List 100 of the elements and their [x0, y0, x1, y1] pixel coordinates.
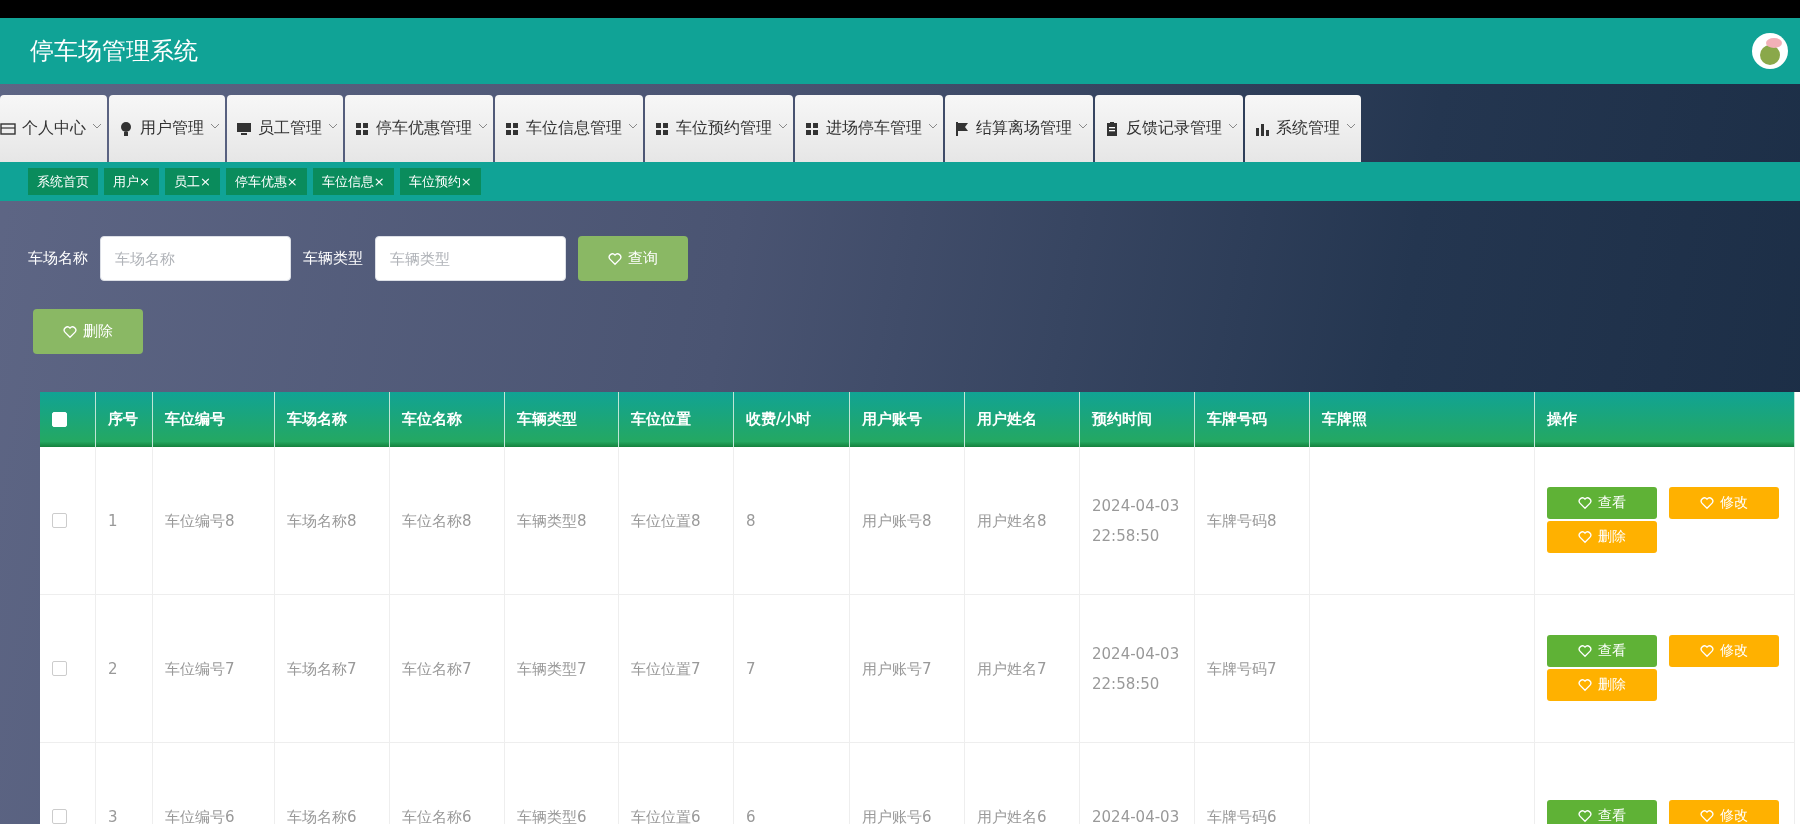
- card-icon: [0, 120, 16, 137]
- chevron-down-icon: [928, 122, 938, 129]
- chevron-down-icon: [778, 122, 788, 129]
- app-title: 停车场管理系统: [30, 36, 198, 67]
- table-cell-text: 车牌号码7: [1207, 658, 1277, 680]
- menu-tab[interactable]: 系统管理: [1245, 95, 1361, 162]
- column-header: 用户姓名: [977, 410, 1037, 429]
- table-cell-text: 车位编号6: [165, 806, 235, 824]
- tag-chip[interactable]: 用户×: [104, 168, 159, 195]
- close-button[interactable]: ×: [373, 174, 385, 189]
- menu-tab[interactable]: 反馈记录管理: [1095, 95, 1243, 162]
- table-cell-text: 车位位置8: [631, 510, 701, 532]
- search-field[interactable]: 车辆类型: [375, 236, 566, 281]
- column-header: 车牌号码: [1207, 410, 1267, 429]
- column-header: 车场名称: [287, 410, 347, 429]
- table-cell-text: 车位位置6: [631, 806, 701, 824]
- table-cell-text: 车牌号码6: [1207, 806, 1277, 824]
- table-cell-text: 车场名称6: [287, 806, 357, 824]
- tag-chip[interactable]: 停车优惠×: [225, 168, 307, 195]
- checkbox[interactable]: [52, 809, 67, 824]
- table-cell-text: 用户姓名7: [977, 658, 1047, 680]
- chevron-down-icon: [1346, 122, 1356, 129]
- close-button[interactable]: ×: [139, 174, 150, 189]
- close-button[interactable]: ×: [199, 174, 211, 189]
- table-cell-text: 车位名称6: [402, 806, 472, 824]
- table-cell-text: 车位编号7: [165, 658, 235, 680]
- table-cell-text: 车位位置7: [631, 658, 701, 680]
- checkbox[interactable]: [52, 513, 67, 528]
- chevron-down-icon: [92, 122, 102, 129]
- close-button[interactable]: ×: [460, 174, 472, 189]
- grid-icon: [804, 120, 820, 137]
- table-cell-text: 2024-04-03 22:58:50: [1092, 495, 1181, 547]
- column-header: 车牌照: [1322, 410, 1367, 429]
- table-cell-text: 2024-04-03: [1092, 806, 1180, 824]
- column-header: 车辆类型: [517, 410, 577, 429]
- search-field[interactable]: 车场名称: [100, 236, 291, 281]
- column-header: 收费/小时: [746, 410, 812, 429]
- menu-tab[interactable]: 用户管理: [109, 95, 225, 162]
- tag-chip[interactable]: 车位预约×: [399, 168, 481, 195]
- column-header: 车位位置: [631, 410, 691, 429]
- lightbulb-icon: [118, 120, 134, 137]
- column-header: 用户账号: [862, 410, 922, 429]
- flag-icon: [954, 120, 970, 137]
- menu-tab[interactable]: 员工管理: [227, 95, 343, 162]
- table-cell-text: 2024-04-03 22:58:50: [1092, 643, 1181, 695]
- heart-icon: [63, 324, 77, 339]
- search-button[interactable]: 查询: [578, 236, 688, 281]
- column-header: 预约时间: [1092, 410, 1152, 429]
- avatar-icon: [1752, 33, 1788, 69]
- column-header: 序号: [108, 410, 138, 429]
- table-cell-text: 车场名称7: [287, 658, 357, 680]
- tag-chip[interactable]: 车位信息×: [312, 168, 394, 195]
- table-cell-text: 车牌号码8: [1207, 510, 1277, 532]
- column-header: 操作: [1547, 410, 1577, 429]
- table-cell-text: 用户账号7: [862, 658, 932, 680]
- field-label: 车场名称: [28, 249, 88, 268]
- heart-icon: [1578, 529, 1592, 544]
- tag-chip[interactable]: 系统首页: [28, 168, 98, 195]
- view-button[interactable]: 查看: [1547, 799, 1657, 824]
- table-cell-text: 6: [746, 806, 756, 824]
- menu-tab[interactable]: 车位预约管理: [645, 95, 793, 162]
- chevron-down-icon: [628, 122, 638, 129]
- menu-tab[interactable]: 个人中心: [0, 95, 107, 162]
- menu-tab[interactable]: 停车优惠管理: [345, 95, 493, 162]
- field-label: 车辆类型: [303, 249, 363, 268]
- heart-icon: [1700, 808, 1714, 823]
- chevron-down-icon: [1078, 122, 1088, 129]
- grid-icon: [504, 120, 520, 137]
- heart-icon: [1700, 643, 1714, 658]
- tag-chip[interactable]: 员工×: [164, 168, 220, 195]
- table-cell-text: 用户姓名6: [977, 806, 1047, 824]
- column-header: 车位编号: [165, 410, 225, 429]
- menu-tab[interactable]: 车位信息管理: [495, 95, 643, 162]
- chevron-down-icon: [1228, 122, 1238, 129]
- table-cell-text: 用户姓名8: [977, 510, 1047, 532]
- menu-tab[interactable]: 进场停车管理: [795, 95, 943, 162]
- chevron-down-icon: [328, 122, 338, 129]
- checkbox[interactable]: [52, 661, 67, 676]
- delete-button[interactable]: 删除: [33, 309, 143, 354]
- table-cell-text: 7: [746, 658, 756, 680]
- table-cell-text: 车位编号8: [165, 510, 235, 532]
- table-cell-text: 车辆类型6: [517, 806, 587, 824]
- heart-icon: [1578, 677, 1592, 692]
- close-button[interactable]: ×: [286, 174, 298, 189]
- table-cell-text: 1: [108, 510, 118, 532]
- table-cell-text: 2: [108, 658, 118, 680]
- menu-tab[interactable]: 结算离场管理: [945, 95, 1093, 162]
- grid-icon: [354, 120, 370, 137]
- view-button[interactable]: 查看: [1547, 634, 1657, 667]
- clipboard-icon: [1104, 120, 1120, 137]
- table-cell-text: 车辆类型8: [517, 510, 587, 532]
- heart-icon: [1578, 495, 1592, 510]
- chevron-down-icon: [478, 122, 488, 129]
- table-cell-text: 8: [746, 510, 756, 532]
- chevron-down-icon: [210, 122, 220, 129]
- table-cell-text: 用户账号8: [862, 510, 932, 532]
- heart-icon: [1578, 808, 1592, 823]
- heart-icon: [608, 251, 622, 266]
- table-cell-text: 车场名称8: [287, 510, 357, 532]
- view-button[interactable]: 查看: [1547, 486, 1657, 519]
